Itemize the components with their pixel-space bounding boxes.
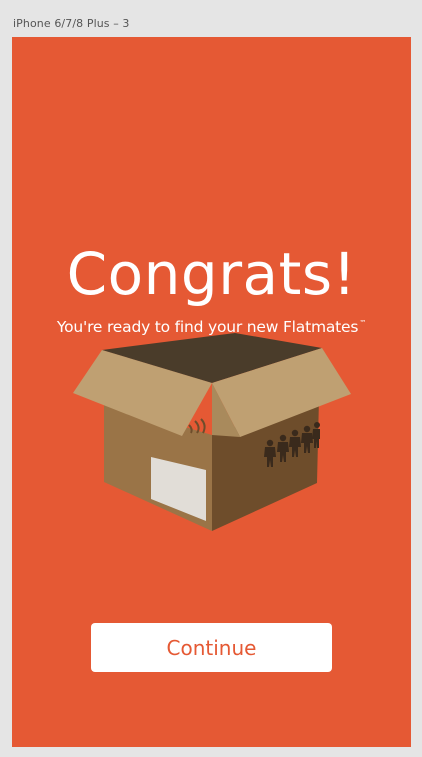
trademark-mark: ™	[359, 319, 367, 327]
congrats-title: Congrats!	[66, 240, 357, 308]
design-canvas: iPhone 6/7/8 Plus – 3 Congrats! You're r…	[0, 0, 422, 757]
open-box-illustration	[73, 333, 351, 531]
phone-screen: Congrats! You're ready to find your new …	[12, 37, 411, 747]
continue-button[interactable]: Continue	[91, 623, 332, 672]
artboard-label[interactable]: iPhone 6/7/8 Plus – 3	[13, 17, 130, 30]
